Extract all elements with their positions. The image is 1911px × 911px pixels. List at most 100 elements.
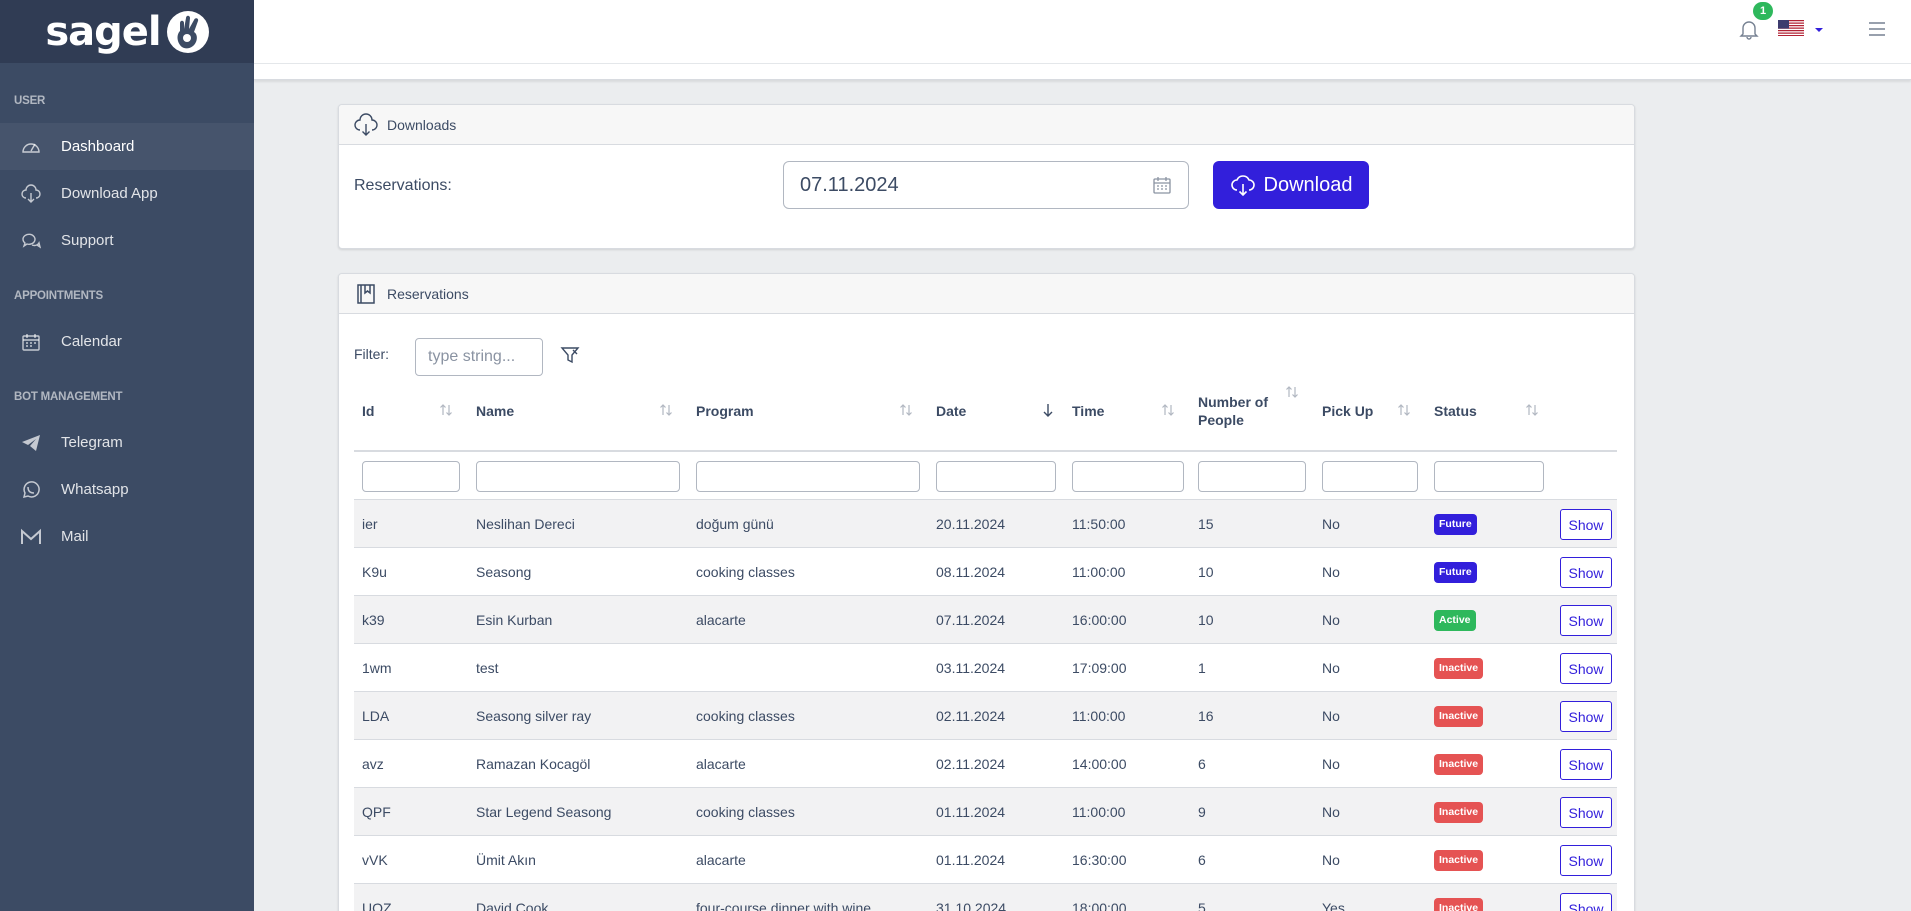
time-filter-input[interactable] — [1072, 461, 1184, 492]
show-button[interactable]: Show — [1560, 509, 1612, 540]
sidebar-item-calendar[interactable]: Calendar — [0, 318, 254, 365]
cell-name: David Cook — [476, 899, 549, 911]
filter-label: Filter: — [354, 346, 389, 362]
table-header-row: Id Name Program Date Time Number of Peop… — [354, 370, 1617, 452]
sidebar-item-support[interactable]: Support — [0, 217, 254, 264]
sidebar: sagel USER Dashboard Download App Suppor… — [0, 0, 254, 911]
nav-title-appointments: APPOINTMENTS — [14, 290, 103, 302]
id-filter-input[interactable] — [362, 461, 460, 492]
show-button[interactable]: Show — [1560, 893, 1612, 911]
cell-status: Active — [1426, 596, 1552, 644]
calendar-icon[interactable] — [1152, 175, 1172, 195]
status-badge: Inactive — [1434, 753, 1484, 775]
date-filter-input[interactable] — [936, 461, 1056, 492]
sidebar-item-mail[interactable]: Mail — [0, 513, 254, 560]
sort-icon[interactable] — [1160, 402, 1176, 418]
brand-logo[interactable]: sagel — [0, 0, 254, 63]
sort-icon[interactable] — [658, 402, 674, 418]
column-header-label: Pick Up — [1322, 403, 1374, 419]
cell-program: cooking classes — [696, 803, 795, 820]
table-row: 1wm test 03.11.2024 17:09:00 1 No Inactive Show — [354, 644, 1617, 692]
cell-name: Star Legend Seasong — [476, 803, 612, 820]
cell-time: 18:00:00 — [1072, 899, 1127, 911]
sort-icon[interactable] — [898, 402, 914, 418]
status-filter-input[interactable] — [1434, 461, 1544, 492]
download-button-label: Download — [1263, 173, 1353, 196]
pickup-filter-input[interactable] — [1322, 461, 1418, 492]
cell-program: cooking classes — [696, 563, 795, 580]
sort-icon[interactable] — [438, 402, 454, 418]
cell-name: Ramazan Kocagöl — [476, 755, 591, 772]
cell-program — [688, 644, 888, 692]
column-header-label: Name — [476, 403, 515, 419]
chevron-down-icon[interactable] — [1812, 22, 1826, 36]
show-button[interactable]: Show — [1560, 653, 1612, 684]
reservations-card-header: Reservations — [339, 274, 1634, 314]
reservation-date-input[interactable]: 07.11.2024 — [783, 161, 1189, 209]
download-button[interactable]: Download — [1213, 161, 1369, 209]
column-header-name[interactable]: Name — [468, 370, 688, 452]
cell-date: 01.11.2024 — [936, 803, 1006, 820]
sort-icon[interactable] — [1396, 402, 1412, 418]
book-icon — [354, 282, 378, 306]
cell-date: 01.11.2024 — [936, 851, 1006, 868]
name-filter-input[interactable] — [476, 461, 680, 492]
sidebar-item-telegram[interactable]: Telegram — [0, 419, 254, 466]
cell-people: 1 — [1198, 659, 1206, 676]
cell-name: test — [476, 659, 499, 676]
reservations-title: Reservations — [387, 285, 469, 302]
cell-pickup: Yes — [1322, 899, 1345, 911]
table-row: LDA Seasong silver ray cooking classes 02.1… — [354, 692, 1617, 740]
sort-icon[interactable] — [1284, 384, 1300, 400]
cell-pickup: No — [1322, 803, 1340, 820]
speedometer-icon — [19, 135, 43, 159]
sort-descending-icon[interactable] — [1040, 402, 1056, 418]
show-button[interactable]: Show — [1560, 605, 1612, 636]
sidebar-item-download-app[interactable]: Download App — [0, 170, 254, 217]
cloud-download-icon — [1230, 172, 1256, 198]
table-body: ier Neslihan Dereci doğum günü 20.11.2024 11… — [354, 500, 1617, 911]
mail-icon — [19, 525, 43, 549]
cell-name: Ümit Akın — [476, 851, 536, 868]
column-header-label: Date — [936, 403, 967, 419]
cell-id: LDA — [362, 707, 390, 724]
downloads-card-header: Downloads — [339, 105, 1634, 145]
column-header-program[interactable]: Program — [688, 370, 928, 452]
sidebar-item-dashboard[interactable]: Dashboard — [0, 123, 254, 170]
column-header-number-of-people[interactable]: Number of People — [1190, 370, 1282, 452]
program-filter-input[interactable] — [696, 461, 920, 492]
us-flag-icon[interactable] — [1778, 20, 1804, 36]
people-filter-input[interactable] — [1198, 461, 1306, 492]
reservations-label: Reservations: — [354, 177, 452, 194]
show-button[interactable]: Show — [1560, 845, 1612, 876]
funnel-icon[interactable] — [559, 344, 581, 366]
cell-people: 9 — [1198, 803, 1206, 820]
telegram-icon — [19, 431, 43, 455]
cell-pickup: No — [1322, 851, 1340, 868]
bell-icon[interactable] — [1738, 18, 1760, 40]
cell-date: 03.11.2024 — [936, 659, 1006, 676]
status-badge: Inactive — [1434, 801, 1484, 823]
show-button[interactable]: Show — [1560, 557, 1612, 588]
cell-id: ier — [362, 515, 378, 532]
status-badge: Future — [1434, 513, 1477, 535]
status-badge: Future — [1434, 561, 1477, 583]
sidebar-item-label: Mail — [61, 528, 89, 545]
date-value: 07.11.2024 — [800, 173, 899, 196]
sidebar-item-whatsapp[interactable]: Whatsapp — [0, 466, 254, 513]
show-button[interactable]: Show — [1560, 749, 1612, 780]
cell-date: 08.11.2024 — [936, 563, 1006, 580]
cell-pickup: No — [1322, 755, 1340, 772]
cell-status: Inactive — [1426, 836, 1552, 884]
show-button[interactable]: Show — [1560, 797, 1612, 828]
sidebar-item-label: Dashboard — [61, 138, 135, 155]
cell-date: 02.11.2024 — [936, 707, 1006, 724]
cell-time: 17:09:00 — [1072, 659, 1127, 676]
sort-icon[interactable] — [1524, 402, 1540, 418]
table-row: ier Neslihan Dereci doğum günü 20.11.2024 11… — [354, 500, 1617, 548]
table-row: k39 Esin Kurban alacarte 07.11.2024 16:00:00… — [354, 596, 1617, 644]
cell-time: 16:00:00 — [1072, 611, 1127, 628]
sidebar-item-label: Download App — [61, 185, 158, 202]
show-button[interactable]: Show — [1560, 701, 1612, 732]
menu-icon[interactable] — [1866, 18, 1888, 40]
